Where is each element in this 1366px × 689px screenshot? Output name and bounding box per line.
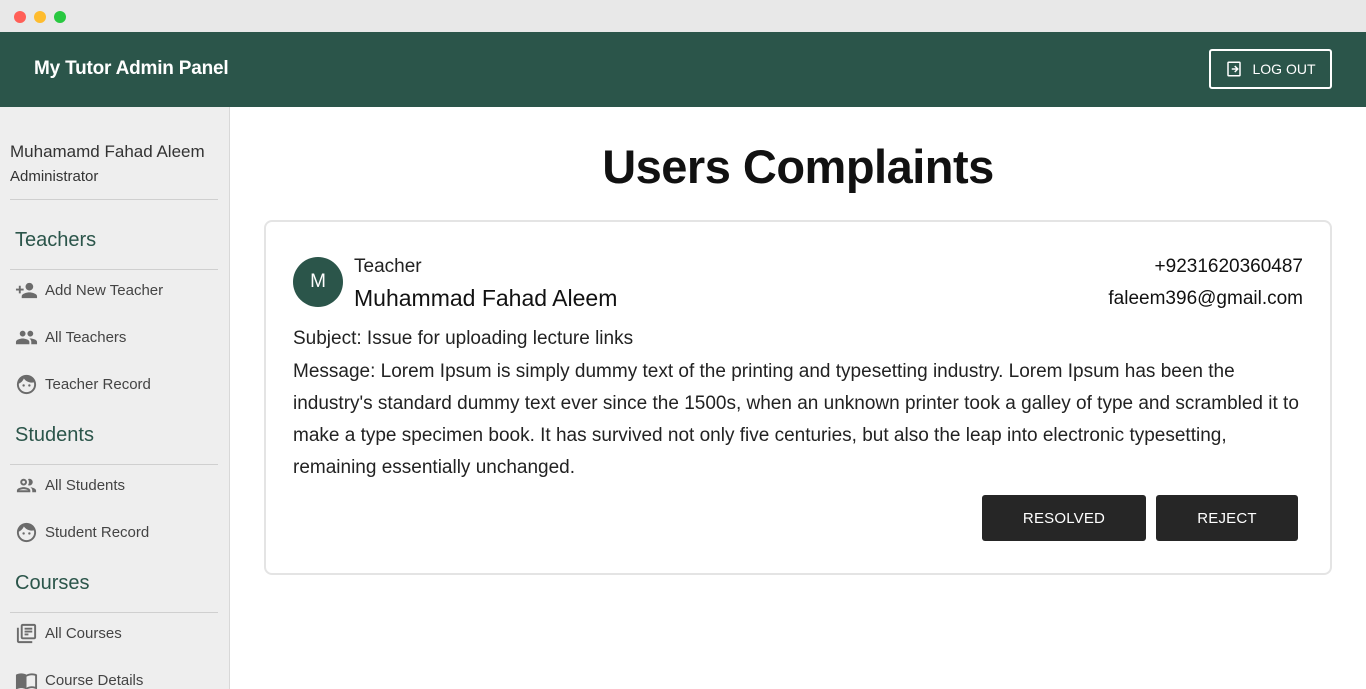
library-books-icon [16,623,37,644]
complaint-message: Message: Lorem Ipsum is simply dummy tex… [293,361,1299,478]
sidebar-item-all-students[interactable]: All Students [15,474,125,497]
window-titlebar [0,0,1366,32]
avatar: M [293,257,343,307]
divider [10,269,218,270]
sidebar-item-label: Student Record [45,524,150,541]
section-title-teachers: Teachers [15,229,97,251]
complaint-subject: Subject: Issue for uploading lecture lin… [293,328,634,349]
sidebar-item-label: Teacher Record [45,376,151,393]
divider [10,199,218,200]
minimize-window-button[interactable] [34,11,46,23]
people-icon [15,330,38,345]
sidebar-item-label: All Students [45,477,126,494]
close-window-button[interactable] [14,11,26,23]
complainant-phone: +9231620360487 [1154,256,1303,277]
complaint-card: M Teacher Muhammad Fahad Aleem +92316203… [264,220,1332,575]
sidebar-item-all-courses[interactable]: All Courses [15,622,122,645]
complainant-email: faleem396@gmail.com [1108,288,1303,309]
sidebar-item-label: Course Details [45,672,144,689]
admin-role: Administrator [10,168,99,185]
complainant-role: Teacher [354,256,422,277]
complainant-name: Muhammad Fahad Aleem [354,285,618,311]
sidebar-item-add-new-teacher[interactable]: Add New Teacher [15,279,163,302]
sidebar-item-teacher-record[interactable]: Teacher Record [15,373,151,396]
sidebar-item-student-record[interactable]: Student Record [15,521,149,544]
sidebar-item-label: Add New Teacher [45,282,164,299]
logout-button[interactable]: LOG OUT [1209,49,1332,89]
divider [10,612,218,613]
resolved-button[interactable]: RESOLVED [982,495,1146,541]
maximize-window-button[interactable] [54,11,66,23]
page-title: Users Complaints [602,140,994,193]
sidebar: Muhamamd Fahad Aleem Administrator Teach… [0,107,230,689]
book-icon [15,673,38,689]
face-icon [16,522,37,543]
admin-name: Muhamamd Fahad Aleem [10,142,205,161]
app-title: My Tutor Admin Panel [34,58,229,79]
reject-button[interactable]: REJECT [1156,495,1298,541]
people-outline-icon [16,478,37,493]
sidebar-item-label: All Courses [45,625,122,642]
app-header: My Tutor Admin Panel LOG OUT [0,32,1366,107]
sidebar-item-all-teachers[interactable]: All Teachers [15,326,126,349]
main-content: Users Complaints M Teacher Muhammad Faha… [230,107,1366,689]
sidebar-item-label: All Teachers [45,329,127,346]
sidebar-item-course-details[interactable]: Course Details [15,669,143,689]
section-title-courses: Courses [15,572,90,594]
section-title-students: Students [15,424,94,446]
logout-icon [1227,61,1242,77]
divider [10,464,218,465]
person-add-icon [15,282,38,299]
face-icon [16,374,37,395]
logout-label: LOG OUT [1252,61,1316,77]
